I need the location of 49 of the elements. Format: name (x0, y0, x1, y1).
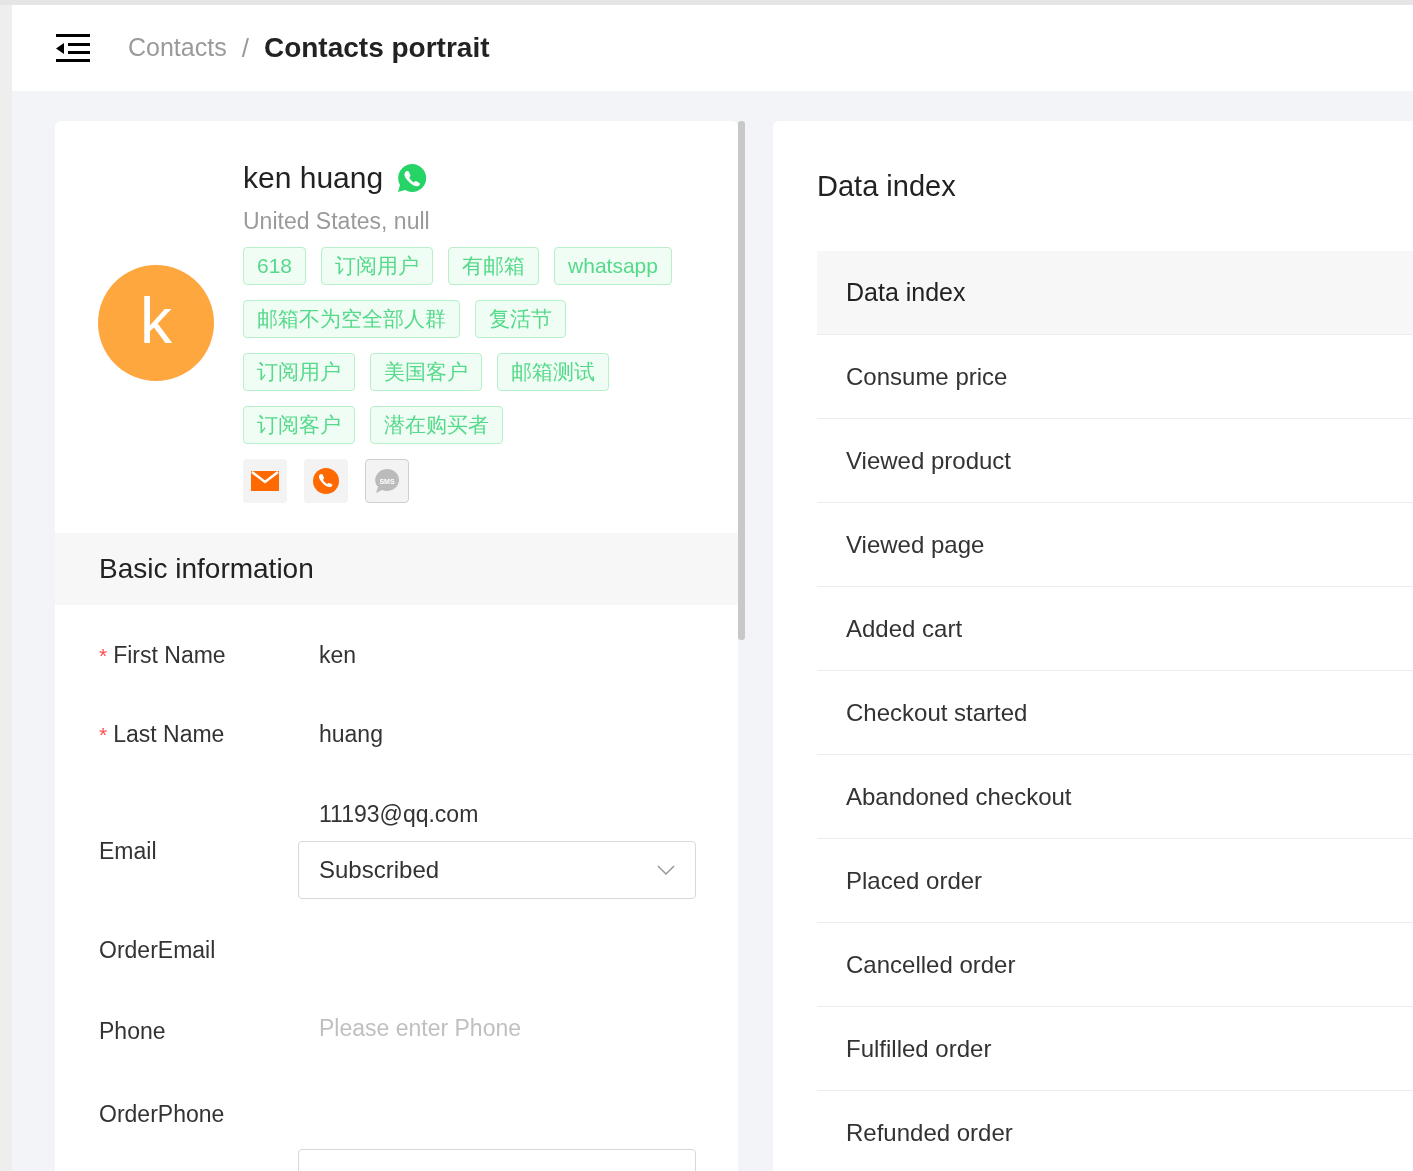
field-label: OrderEmail (99, 936, 216, 966)
menu-collapse-icon[interactable] (56, 33, 90, 63)
tag: 美国客户 (370, 352, 482, 391)
table-cell-text: Cancelled order (846, 949, 1016, 980)
field-value: huang (318, 720, 384, 750)
table-cell-text: Added cart (846, 613, 963, 644)
scrollbar-thumb[interactable] (738, 121, 745, 640)
field-label: Email (99, 837, 157, 867)
field-value: 11193@qq.com (318, 800, 480, 830)
contact-name: ken huang (243, 160, 384, 196)
whatsapp-icon (397, 162, 428, 193)
tag: 潜在购买者 (370, 405, 503, 444)
card-title: Data index (817, 169, 957, 205)
tag: 邮箱测试 (497, 352, 609, 391)
avatar: k (98, 265, 214, 381)
table-cell-text: Consume price (846, 361, 1008, 392)
field-value: ken (318, 641, 358, 671)
tag: 邮箱不为空全部人群 (243, 299, 460, 338)
tag: whatsapp (554, 246, 672, 285)
table-cell-text: Refunded order (846, 1117, 1013, 1148)
phone-channel-icon[interactable] (304, 458, 348, 503)
field-label: OrderPhone (99, 1100, 225, 1130)
tag: 618 (243, 246, 307, 285)
tag: 订阅用户 (243, 352, 355, 391)
section-title: Basic information (99, 551, 314, 586)
tag: 订阅用户 (321, 246, 434, 285)
phone-input[interactable]: Please enter Phone (298, 997, 696, 1060)
contact-location: United States, null (243, 207, 431, 236)
breadcrumb-item[interactable]: Contacts (128, 29, 227, 67)
required-mark-icon: * (99, 639, 108, 672)
subscription-dropdown[interactable]: Subscribed (298, 840, 696, 899)
tag: 复活节 (475, 299, 566, 338)
field-label: First Name (113, 641, 226, 671)
required-mark-icon: * (99, 718, 108, 751)
email-channel-icon[interactable] (243, 458, 287, 503)
table-cell-text: Abandoned checkout (846, 781, 1072, 812)
table-cell-text: Checkout started (846, 697, 1028, 728)
table-cell-text: Fulfilled order (846, 1033, 992, 1064)
chevron-down-icon (657, 864, 675, 875)
column-header: Data index (846, 276, 966, 308)
table-cell-text: Placed order (846, 865, 983, 896)
breadcrumb-separator: / (241, 31, 249, 65)
tag: 订阅客户 (243, 405, 355, 444)
table-cell-text: Viewed page (846, 529, 985, 560)
field-label: Last Name (113, 720, 225, 750)
tag: 有邮箱 (448, 246, 540, 285)
table-cell-text: Viewed product (846, 445, 1011, 476)
field-label: Phone (99, 1017, 166, 1047)
breadcrumb-item: Contacts portrait (263, 31, 490, 65)
